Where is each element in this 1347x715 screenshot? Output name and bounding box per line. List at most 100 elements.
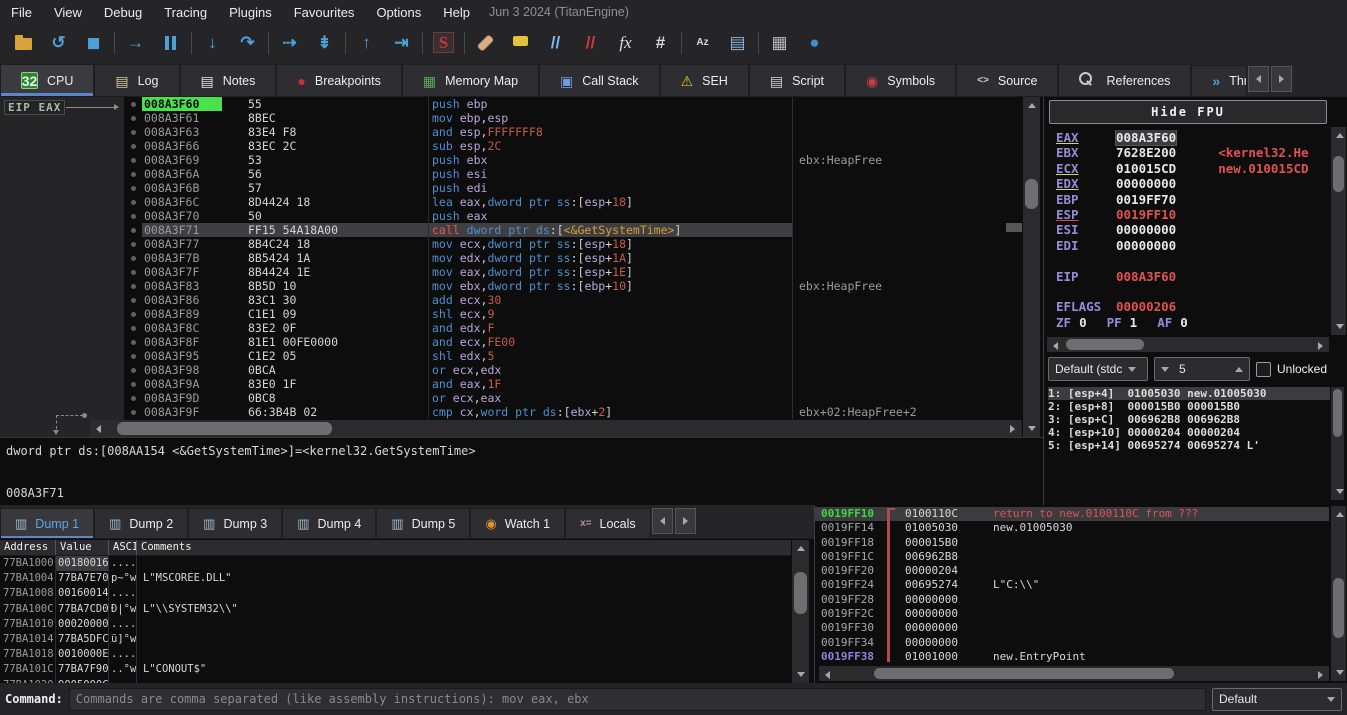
register-name[interactable]: ESI: [1056, 222, 1116, 237]
disassembly-row[interactable]: 008A3F89C1E1 09shl ecx,9: [124, 307, 1022, 321]
register-name[interactable]: EBP: [1056, 192, 1116, 207]
breakpoint-gutter[interactable]: [124, 321, 142, 335]
stack-row[interactable]: 0019FF2000000204: [815, 564, 1329, 578]
disassembly-row[interactable]: 008A3F7B8B5424 1Amov edx,dword ptr ss:[e…: [124, 251, 1022, 265]
breakpoint-gutter[interactable]: [124, 223, 142, 237]
disassembly-row[interactable]: 008A3F6C8D4424 18lea eax,dword ptr ss:[e…: [124, 195, 1022, 209]
dump-tab-dump-3[interactable]: ▥Dump 3: [188, 508, 282, 538]
disassembly-row[interactable]: 008A3F618BECmov ebp,esp: [124, 111, 1022, 125]
scrollbar-thumb[interactable]: [1025, 179, 1038, 209]
dump-row[interactable]: 77BA10200005000C: [0, 678, 791, 683]
disassembly-row[interactable]: 008A3F6683EC 2Csub esp,2C: [124, 139, 1022, 153]
scroll-up-button[interactable]: [792, 540, 809, 557]
breakpoint-gutter[interactable]: [124, 237, 142, 251]
register-value[interactable]: 7628E200: [1116, 145, 1176, 160]
tab-symbols[interactable]: ◉Symbols: [845, 64, 956, 96]
menu-item-options[interactable]: Options: [365, 5, 432, 20]
breakpoint-gutter[interactable]: [124, 167, 142, 181]
disassembly-row[interactable]: 008A3F6B57push edi: [124, 181, 1022, 195]
scrollbar-thumb[interactable]: [1066, 339, 1144, 350]
dump-vertical-scrollbar[interactable]: [792, 540, 809, 683]
dump-tab-dump-2[interactable]: ▥Dump 2: [94, 508, 188, 538]
disassembly-row[interactable]: 008A3F9F66:3B4B 02cmp cx,word ptr ds:[eb…: [124, 405, 1022, 419]
world-button[interactable]: ●: [797, 28, 832, 57]
menu-item-tracing[interactable]: Tracing: [153, 5, 218, 20]
stack-horizontal-scrollbar[interactable]: [819, 666, 1329, 681]
scroll-left-button[interactable]: [1047, 337, 1064, 354]
register-value[interactable]: 0019FF10: [1116, 207, 1176, 222]
register-value[interactable]: 008A3F60: [1116, 130, 1176, 145]
stack-row[interactable]: 0019FF3801001000new.EntryPoint: [815, 650, 1329, 664]
register-value[interactable]: 00000000: [1116, 238, 1176, 253]
stack-row[interactable]: 0019FF2C00000000: [815, 607, 1329, 621]
scrollbar-thumb[interactable]: [117, 422, 332, 435]
bookmark-button[interactable]: //: [573, 28, 608, 57]
dump-tab-dump-4[interactable]: ▥Dump 4: [282, 508, 376, 538]
dump-row[interactable]: 77BA101000020000....: [0, 617, 791, 632]
register-name[interactable]: EDX: [1056, 176, 1116, 191]
argument-row[interactable]: 2: [esp+8] 000015B0 000015B0: [1048, 400, 1330, 413]
dump-row[interactable]: 77BA10180010000E....: [0, 647, 791, 662]
argument-row[interactable]: 4: [esp+10] 00000204 00000204: [1048, 426, 1330, 439]
tab-references[interactable]: References: [1058, 64, 1191, 96]
text-az-button[interactable]: Az: [685, 28, 720, 57]
scrollbar-track[interactable]: [1331, 387, 1344, 483]
breakpoint-gutter[interactable]: [124, 335, 142, 349]
menu-item-help[interactable]: Help: [432, 5, 481, 20]
scrollbar-track[interactable]: [107, 420, 1004, 437]
disassembly-row[interactable]: 008A3F71FF15 54A18A00call dword ptr ds:[…: [124, 223, 1022, 237]
breakpoint-gutter[interactable]: [124, 405, 142, 419]
scroll-right-button[interactable]: [1312, 666, 1329, 683]
dump-row[interactable]: 77BA100C77BA7CD0Ð|°wL"\\SYSTEM32\\": [0, 602, 791, 617]
scroll-up-button[interactable]: [1331, 506, 1347, 523]
disassembly-row[interactable]: 008A3F7F8B4424 1Emov eax,dword ptr ss:[e…: [124, 265, 1022, 279]
calculator-button[interactable]: ▦: [762, 28, 797, 57]
register-value[interactable]: 010015CD: [1116, 161, 1176, 176]
breakpoint-gutter[interactable]: [124, 97, 142, 111]
register-name[interactable]: EFLAGS: [1056, 299, 1116, 314]
scroll-down-button[interactable]: [1331, 318, 1347, 335]
hide-fpu-button[interactable]: Hide FPU: [1049, 100, 1327, 124]
dump-column-header[interactable]: Address: [0, 540, 56, 555]
arguments-vertical-scrollbar[interactable]: [1331, 387, 1344, 500]
scroll-up-button[interactable]: [1331, 127, 1347, 144]
scrollbar-track[interactable]: [1331, 144, 1346, 318]
breakpoint-gutter[interactable]: [124, 181, 142, 195]
spinner-up-icon[interactable]: [1235, 367, 1243, 372]
scrollbar-track[interactable]: [836, 666, 1312, 681]
stack-row[interactable]: 0019FF3000000000: [815, 621, 1329, 635]
tab-threads[interactable]: »Threads: [1191, 65, 1247, 96]
dump-row[interactable]: 77BA100000180016....: [0, 556, 791, 571]
disassembly-row[interactable]: 008A3F6383E4 F8and esp,FFFFFFF8: [124, 125, 1022, 139]
tab-breakpoints[interactable]: ●Breakpoints: [276, 64, 401, 96]
dump-tab-scroll-right-button[interactable]: [675, 508, 696, 534]
scrollbar-thumb[interactable]: [1333, 578, 1344, 638]
disassembly-vertical-scrollbar[interactable]: [1023, 97, 1040, 437]
breakpoint-gutter[interactable]: [124, 363, 142, 377]
spinner-down-icon[interactable]: [1161, 367, 1169, 372]
disassembly-horizontal-scrollbar[interactable]: [90, 420, 1021, 437]
tab-memory-map[interactable]: ▦Memory Map: [402, 64, 539, 96]
argument-row[interactable]: 1: [esp+4] 01005030 new.01005030: [1048, 387, 1330, 400]
breakpoint-gutter[interactable]: [124, 307, 142, 321]
run-to-user-code-button[interactable]: ⇥: [384, 28, 419, 57]
argument-row[interactable]: 5: [esp+14] 00695274 00695274 L': [1048, 439, 1330, 452]
stack-row[interactable]: 0019FF2400695274L"C:\\": [815, 578, 1329, 592]
breakpoint-gutter[interactable]: [124, 293, 142, 307]
stack-row[interactable]: 0019FF1C006962B8: [815, 550, 1329, 564]
run-button[interactable]: →: [118, 28, 153, 57]
disassembly-row[interactable]: 008A3F9A83E0 1Fand eax,1F: [124, 377, 1022, 391]
breakpoint-gutter[interactable]: [124, 251, 142, 265]
hash-button[interactable]: #: [643, 28, 678, 57]
dump-row[interactable]: 77BA100800160014....: [0, 586, 791, 601]
flag-name[interactable]: AF: [1157, 315, 1172, 330]
register-value[interactable]: 00000000: [1116, 176, 1176, 191]
stack-row[interactable]: 0019FF3400000000: [815, 636, 1329, 650]
disassembly-row[interactable]: 008A3F6055push ebp: [124, 97, 1022, 111]
command-input[interactable]: [69, 688, 1206, 711]
menu-item-view[interactable]: View: [43, 5, 93, 20]
scroll-down-button[interactable]: [1331, 483, 1347, 500]
breakpoint-gutter[interactable]: [124, 139, 142, 153]
calling-convention-select[interactable]: Default (stdc: [1048, 357, 1148, 381]
scrollbar-track[interactable]: [792, 557, 809, 666]
